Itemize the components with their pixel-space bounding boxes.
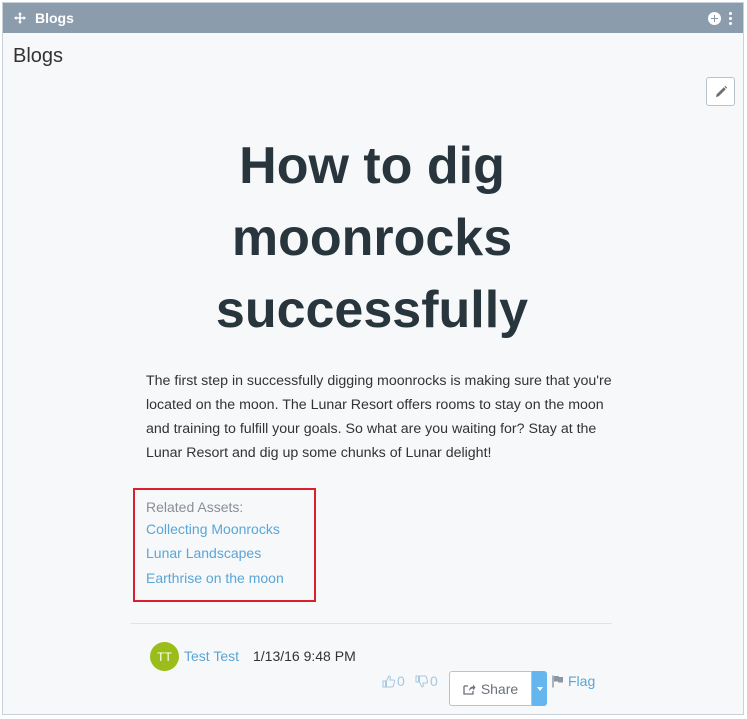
add-icon[interactable] [708, 11, 721, 25]
portlet-titlebar[interactable]: Blogs [3, 3, 743, 33]
portlet-titlebar-title: Blogs [35, 10, 74, 26]
blog-title-line: How to dig [239, 137, 505, 195]
related-assets-label: Related Assets: [146, 499, 244, 515]
share-icon [463, 684, 476, 695]
footer-divider [131, 623, 612, 624]
pencil-icon [715, 85, 727, 97]
move-icon[interactable] [13, 11, 27, 25]
thumbs-down-count: 0 [430, 673, 438, 689]
related-asset-link[interactable]: Lunar Landscapes [146, 545, 261, 561]
thumbs-down-icon [415, 675, 428, 688]
blog-entry-body: The first step in successfully digging m… [146, 373, 612, 461]
caret-down-icon [536, 686, 543, 691]
titlebar-actions [708, 11, 733, 25]
blogs-portlet: Blogs Blogs [2, 2, 744, 715]
share-button-label: Share [480, 680, 519, 697]
flag-button[interactable]: Flag [552, 673, 595, 689]
portlet-heading: Blogs [13, 45, 64, 67]
author-link[interactable]: Test Test [184, 648, 239, 664]
blog-title-line: successfully [215, 281, 529, 339]
related-asset-link[interactable]: Earthrise on the moon [146, 570, 284, 586]
entry-timestamp: 1/13/16 9:48 PM [253, 648, 356, 664]
flag-icon [552, 675, 563, 687]
thumbs-up-count: 0 [397, 673, 405, 689]
share-dropdown-toggle[interactable] [532, 671, 547, 706]
avatar[interactable]: TT [150, 642, 179, 671]
kebab-icon[interactable] [729, 11, 733, 25]
related-asset-link[interactable]: Collecting Moonrocks [146, 521, 280, 537]
share-button[interactable]: Share [449, 671, 532, 706]
thumbs-up-button[interactable]: 0 [382, 673, 405, 689]
blog-entry-title: How to dig moonrocks successfully [142, 130, 602, 346]
thumbs-down-button[interactable]: 0 [415, 673, 438, 689]
share-button-group: Share [449, 671, 547, 706]
related-assets-box: Related Assets: Collecting Moonrocks Lun… [133, 488, 316, 602]
thumbs-up-icon [382, 674, 395, 687]
edit-button[interactable] [706, 77, 735, 106]
flag-label: Flag [568, 673, 596, 689]
blog-title-line: moonrocks [231, 209, 513, 267]
